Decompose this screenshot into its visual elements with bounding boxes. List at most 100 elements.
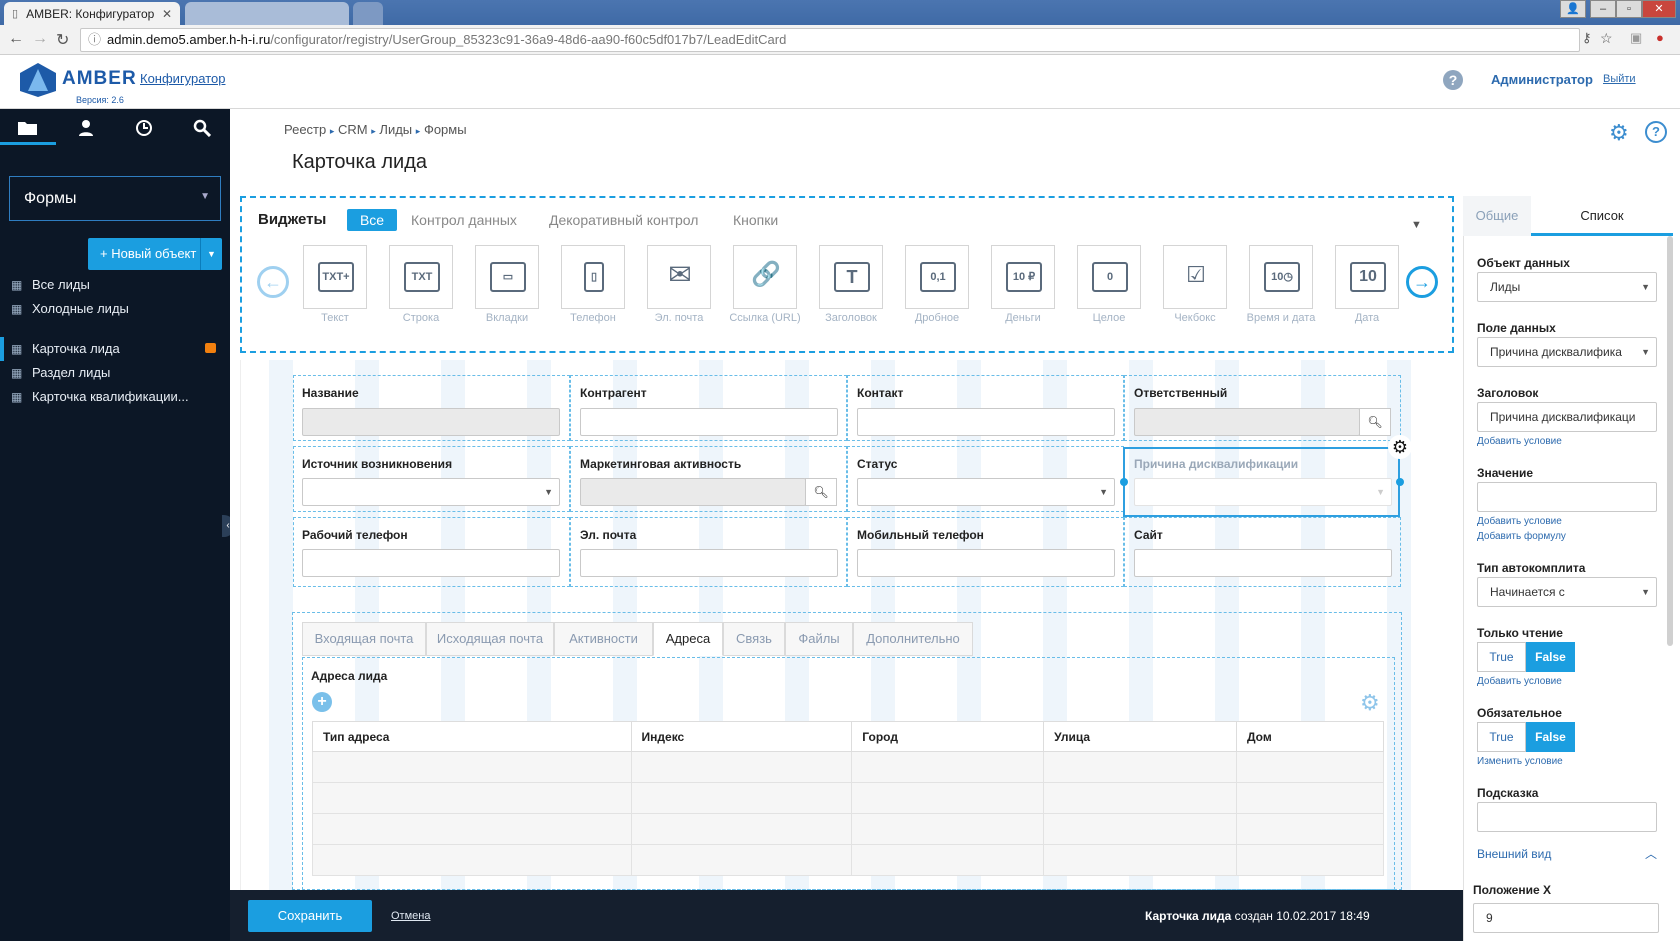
tab-files[interactable]: Файлы	[785, 622, 853, 656]
user-icon[interactable]: 👤	[1560, 0, 1586, 18]
gear-icon[interactable]: ⚙	[1388, 435, 1412, 459]
widget-tab-data-controls[interactable]: Контрол данных	[411, 209, 517, 231]
tab-activities[interactable]: Активности	[554, 622, 653, 656]
widget-datetime[interactable]: 10◷	[1249, 245, 1313, 309]
resize-handle-right[interactable]	[1396, 478, 1404, 486]
widget-date[interactable]: 10	[1335, 245, 1399, 309]
user-name[interactable]: Администратор	[1491, 72, 1593, 87]
data-object-select[interactable]: Лиды ▼	[1477, 272, 1657, 302]
gear-icon[interactable]: ⚙	[1360, 690, 1380, 716]
widget-url[interactable]: 🔗	[733, 245, 797, 309]
required-true-button[interactable]: True	[1477, 722, 1526, 752]
email-input[interactable]	[580, 549, 838, 577]
chevron-down-icon[interactable]: ▼	[1411, 219, 1422, 231]
status-select[interactable]: ▼	[857, 478, 1115, 506]
extension-icon[interactable]: ▣	[1630, 30, 1642, 46]
readonly-false-button[interactable]: False	[1526, 642, 1575, 672]
widget-integer[interactable]: 0	[1077, 245, 1141, 309]
user-icon[interactable]	[66, 119, 106, 149]
tab-additional[interactable]: Дополнительно	[853, 622, 973, 656]
settings-gear-icon[interactable]: ⚙	[1609, 120, 1629, 146]
tab-incoming-mail[interactable]: Входящая почта	[302, 622, 426, 656]
search-icon[interactable]: 🔍︎	[1359, 408, 1391, 436]
breadcrumb-item[interactable]: Лиды	[379, 122, 412, 137]
configurator-link[interactable]: Конфигуратор	[140, 71, 225, 86]
tab-connection[interactable]: Связь	[723, 622, 785, 656]
sidebar-item-qualification-card[interactable]: ▦ Карточка квалификации...	[0, 385, 230, 409]
widget-string[interactable]: TXT	[389, 245, 453, 309]
column-header[interactable]: Дом	[1235, 721, 1385, 752]
widget-tab-buttons[interactable]: Кнопки	[733, 209, 778, 231]
marketing-input[interactable]	[580, 478, 806, 506]
source-select[interactable]: ▼	[302, 478, 560, 506]
new-object-button[interactable]: + Новый объект ▼	[88, 238, 222, 270]
sidebar-item-all-leads[interactable]: ▦ Все лиды	[0, 273, 230, 297]
chevron-up-icon[interactable]: ︿	[1645, 845, 1657, 862]
appearance-section-toggle[interactable]: Внешний вид	[1477, 847, 1551, 861]
tab-general[interactable]: Общие	[1463, 196, 1531, 236]
back-icon[interactable]: ←	[8, 30, 24, 48]
section-select[interactable]: Формы ▼	[9, 176, 221, 221]
heading-input[interactable]: Причина дисквалификаци	[1477, 402, 1657, 432]
star-icon[interactable]: ☆	[1600, 30, 1613, 47]
widget-checkbox[interactable]: ☑	[1163, 245, 1227, 309]
close-window-icon[interactable]: ✕	[1642, 0, 1676, 18]
forward-icon[interactable]: →	[32, 30, 48, 48]
help-icon[interactable]: ?	[1645, 121, 1667, 143]
resize-handle-left[interactable]	[1120, 478, 1128, 486]
disqualification-select[interactable]: ▼	[1134, 478, 1392, 506]
maximize-icon[interactable]: ▫	[1616, 0, 1642, 18]
work-phone-input[interactable]	[302, 549, 560, 577]
tab-list[interactable]: Список	[1531, 196, 1673, 236]
column-header[interactable]: Город	[851, 721, 1045, 752]
new-tab-button[interactable]	[353, 2, 383, 25]
table-row[interactable]	[312, 844, 1385, 876]
history-icon[interactable]	[124, 119, 164, 149]
counterparty-input[interactable]	[580, 408, 838, 436]
widget-phone[interactable]: ▯	[561, 245, 625, 309]
adblock-icon[interactable]: ●	[1656, 30, 1664, 45]
tab-addresses[interactable]: Адреса	[653, 622, 723, 656]
breadcrumb-item[interactable]: CRM	[338, 122, 368, 137]
tab-outgoing-mail[interactable]: Исходящая почта	[426, 622, 554, 656]
breadcrumb-item[interactable]: Реестр	[284, 122, 326, 137]
widget-text[interactable]: TXT+	[303, 245, 367, 309]
widget-email[interactable]: ✉	[647, 245, 711, 309]
table-row[interactable]	[312, 782, 1385, 814]
help-icon[interactable]: ?	[1443, 70, 1463, 90]
breadcrumb-item[interactable]: Формы	[424, 122, 467, 137]
chevron-down-icon[interactable]: ▼	[200, 238, 222, 270]
save-button[interactable]: Сохранить	[248, 900, 372, 932]
column-header[interactable]: Тип адреса	[312, 721, 632, 752]
search-icon[interactable]	[182, 119, 222, 149]
plus-icon[interactable]: +	[312, 692, 332, 712]
required-false-button[interactable]: False	[1526, 722, 1575, 752]
key-icon[interactable]: ⚷	[1582, 30, 1592, 46]
sidebar-item-leads-section[interactable]: ▦ Раздел лиды	[0, 361, 230, 385]
close-tab-icon[interactable]: ✕	[162, 7, 172, 21]
responsible-input[interactable]	[1134, 408, 1360, 436]
widget-tabs[interactable]: ▭	[475, 245, 539, 309]
minimize-icon[interactable]: –	[1590, 0, 1616, 18]
browser-tab-active[interactable]: ▯ AMBER: Конфигуратор ✕	[4, 2, 180, 25]
add-formula-link[interactable]: Добавить формулу	[1477, 531, 1566, 542]
widget-money[interactable]: 10 ₽	[991, 245, 1055, 309]
url-field[interactable]: ⓘ admin.demo5.amber.h-h-i.ru/configurato…	[80, 28, 1580, 52]
add-condition-link[interactable]: Добавить условие	[1477, 516, 1562, 527]
arrow-right-icon[interactable]: →	[1406, 266, 1438, 298]
browser-tab-inactive[interactable]	[185, 2, 349, 25]
scrollbar[interactable]	[1667, 236, 1673, 646]
sidebar-item-cold-leads[interactable]: ▦ Холодные лиды	[0, 297, 230, 321]
site-input[interactable]	[1134, 549, 1392, 577]
widget-tab-decorative[interactable]: Декоративный контрол	[549, 209, 698, 231]
change-condition-link[interactable]: Изменить условие	[1477, 756, 1563, 767]
widget-tab-all[interactable]: Все	[347, 209, 397, 231]
contact-input[interactable]	[857, 408, 1115, 436]
column-header[interactable]: Индекс	[630, 721, 853, 752]
arrow-left-icon[interactable]: ←	[257, 266, 289, 298]
widget-heading[interactable]: T	[819, 245, 883, 309]
table-row[interactable]	[312, 751, 1385, 783]
cancel-link[interactable]: Отмена	[391, 910, 430, 922]
readonly-true-button[interactable]: True	[1477, 642, 1526, 672]
search-icon[interactable]: 🔍︎	[805, 478, 837, 506]
